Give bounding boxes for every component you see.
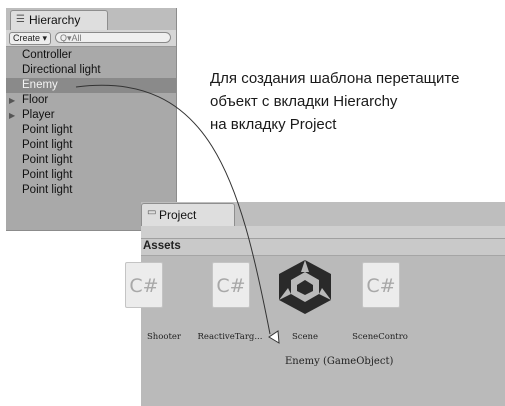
hierarchy-item[interactable]: Controller: [6, 48, 176, 63]
hierarchy-item-label: Point light: [22, 139, 73, 151]
instruction-text: Для создания шаблона перетащите объект с…: [210, 67, 502, 136]
hierarchy-item-label: Point light: [22, 184, 73, 196]
hierarchy-item[interactable]: Point light: [6, 138, 176, 153]
project-tab-label: Project: [159, 208, 197, 222]
hierarchy-item-label: Controller: [22, 49, 72, 61]
expand-triangle-icon[interactable]: ▶: [9, 93, 15, 108]
project-toolbar: [141, 226, 505, 239]
drag-object-label: Enemy (GameObject): [285, 356, 394, 367]
hierarchy-tab-bar: ☰ Hierarchy: [6, 8, 176, 30]
hierarchy-item[interactable]: ▶ Floor: [6, 93, 176, 108]
asset-label: Shooter: [146, 332, 181, 342]
asset-label: SceneContro: [352, 332, 408, 342]
hierarchy-item[interactable]: Enemy: [6, 78, 176, 93]
hierarchy-tab-label: Hierarchy: [29, 13, 81, 27]
project-panel: ▭ Project Assets C# Shooter C# ReactiveT…: [125, 202, 505, 406]
expand-triangle-icon[interactable]: ▶: [9, 108, 15, 123]
hierarchy-item-label: Point light: [22, 169, 73, 181]
hierarchy-item[interactable]: Directional light: [6, 63, 176, 78]
project-tab-bar: ▭ Project: [141, 202, 505, 226]
hierarchy-list: Controller Directional light Enemy ▶ Floor ▶ P…: [6, 48, 176, 198]
assets-label: Assets: [143, 240, 181, 252]
asset-label: Scene: [291, 332, 319, 342]
hierarchy-item-label: Directional light: [22, 64, 101, 76]
instruction-line-1: Для создания шаблона перетащите: [210, 70, 460, 87]
hierarchy-item[interactable]: Point light: [6, 123, 176, 138]
hierarchy-panel: ☰ Hierarchy Create ▾ Q▾All Controller Dir…: [6, 8, 177, 231]
csharp-script-icon: C#: [125, 262, 163, 308]
hierarchy-item-label: Point light: [22, 154, 73, 166]
project-tab[interactable]: ▭ Project: [141, 203, 235, 226]
instruction-line-3: на вкладку Project: [210, 116, 337, 133]
csharp-script-icon: C#: [362, 262, 400, 308]
folder-icon: ▭: [147, 207, 157, 218]
hierarchy-item-label: Enemy: [22, 79, 58, 91]
project-assets-grid: C# Shooter C# ReactiveTarg... Scene C# S…: [125, 256, 505, 406]
list-icon: ☰: [16, 14, 25, 25]
hierarchy-item[interactable]: ▶ Player: [6, 108, 176, 123]
hierarchy-tab[interactable]: ☰ Hierarchy: [10, 10, 108, 30]
hierarchy-toolbar: Create ▾ Q▾All: [6, 30, 176, 47]
hierarchy-item-label: Player: [22, 109, 55, 121]
csharp-script-icon: C#: [212, 262, 250, 308]
instruction-line-2: объект с вкладки Hierarchy: [210, 93, 398, 110]
hierarchy-item[interactable]: Point light: [6, 153, 176, 168]
asset-label: ReactiveTarg...: [197, 332, 263, 342]
hierarchy-item[interactable]: Point light: [6, 168, 176, 183]
unity-scene-icon: [279, 260, 331, 314]
hierarchy-item-label: Point light: [22, 124, 73, 136]
create-button[interactable]: Create ▾: [9, 32, 52, 45]
hierarchy-item-label: Floor: [22, 94, 49, 106]
hierarchy-item[interactable]: Point light: [6, 183, 176, 198]
assets-breadcrumb: Assets: [141, 239, 505, 256]
hierarchy-search-input[interactable]: Q▾All: [55, 32, 171, 43]
